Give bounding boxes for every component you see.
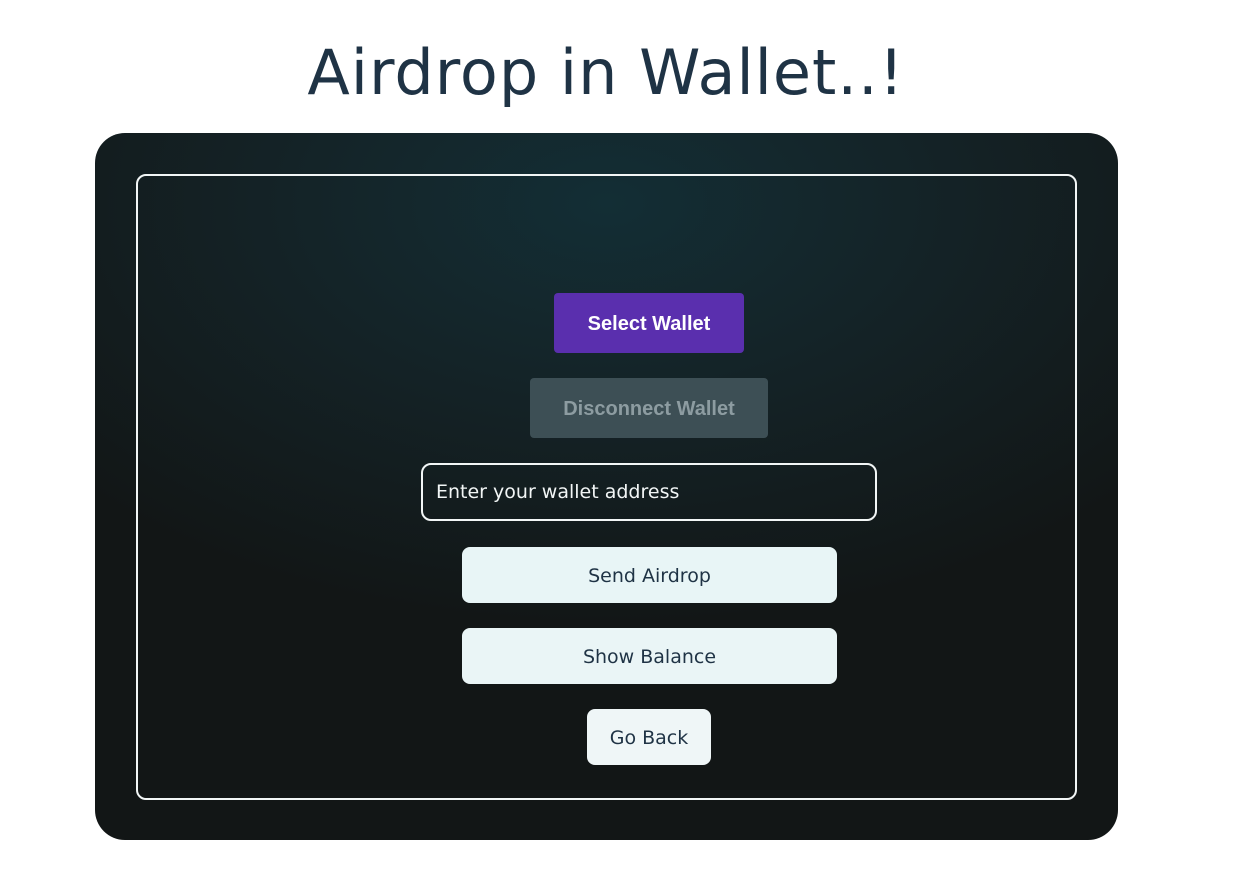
wallet-address-input[interactable]	[421, 463, 877, 521]
airdrop-card: Select Wallet Disconnect Wallet Send Air…	[95, 133, 1118, 840]
disconnect-wallet-button[interactable]: Disconnect Wallet	[530, 378, 768, 438]
page-title: Airdrop in Wallet..!	[307, 36, 905, 109]
airdrop-page: Airdrop in Wallet..! Select Wallet Disco…	[0, 0, 1236, 874]
go-back-button[interactable]: Go Back	[587, 709, 711, 765]
send-airdrop-button[interactable]: Send Airdrop	[462, 547, 837, 603]
airdrop-form-frame: Select Wallet Disconnect Wallet Send Air…	[136, 174, 1077, 800]
show-balance-button[interactable]: Show Balance	[462, 628, 837, 684]
select-wallet-button[interactable]: Select Wallet	[554, 293, 744, 353]
